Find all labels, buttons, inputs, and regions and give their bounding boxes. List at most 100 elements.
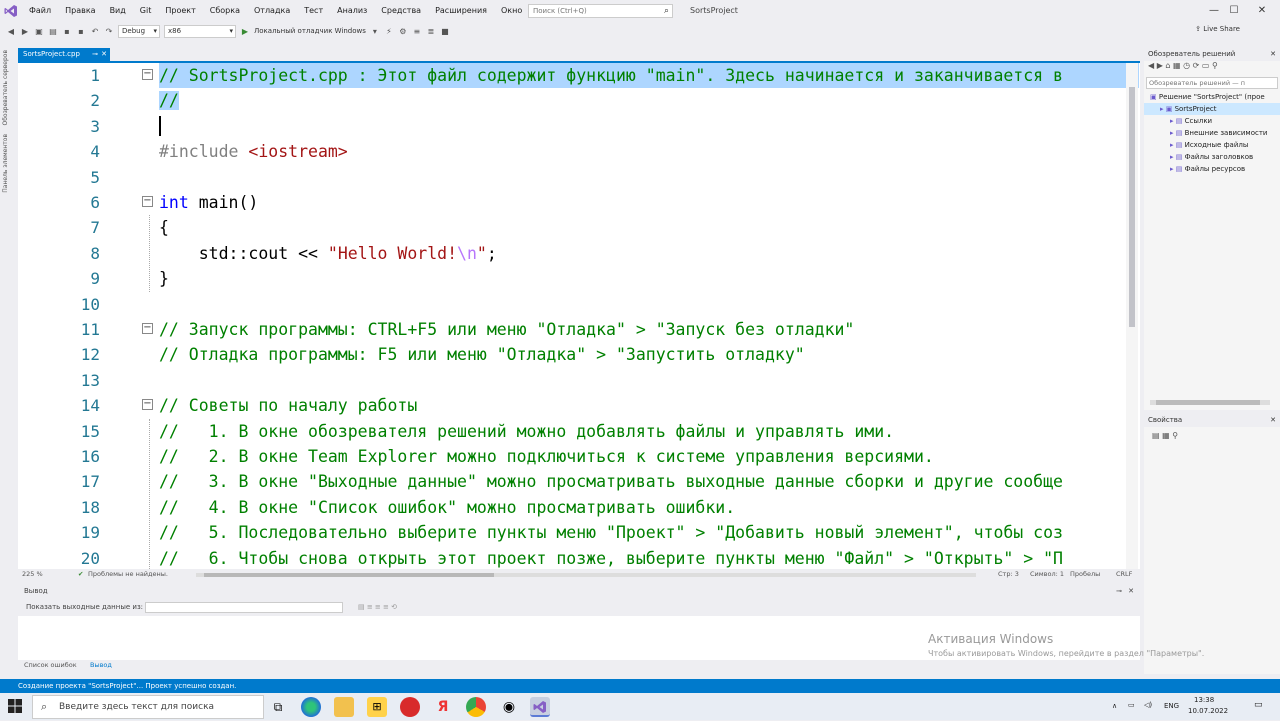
clock-time[interactable]: 13:38 [1194, 696, 1214, 704]
document-tab[interactable]: SortsProject.cpp ⊸ ✕ [18, 48, 110, 61]
menu-item[interactable]: Правка [58, 0, 102, 22]
menu-item[interactable]: Файл [22, 0, 58, 22]
undo-icon[interactable]: ↶ [90, 26, 100, 36]
tools-icon[interactable]: ⚙ [398, 26, 408, 36]
solution-search-input[interactable]: Обозреватель решений — п [1146, 77, 1278, 89]
output-tab[interactable]: Вывод [90, 661, 112, 669]
server-explorer-tab[interactable]: Обозреватель серверов [0, 46, 11, 130]
save-icon[interactable]: ▪ [62, 26, 72, 36]
visual-studio-taskbar-icon[interactable] [530, 697, 550, 717]
code-line[interactable]: 13 [18, 368, 1126, 393]
clock-date[interactable]: 10.07.2022 [1188, 707, 1228, 715]
file-explorer-icon[interactable] [334, 697, 354, 717]
fold-toggle-icon[interactable]: − [142, 196, 153, 207]
forward-icon[interactable]: ▶ [20, 26, 30, 36]
fold-toggle-icon[interactable]: − [142, 323, 153, 334]
notifications-icon[interactable]: ▭ [1254, 700, 1263, 710]
code-editor[interactable]: 1−// SortsProject.cpp : Этот файл содерж… [18, 63, 1140, 569]
tree-item[interactable]: ▸ ▣ SortsProject [1144, 103, 1280, 115]
error-list-tab[interactable]: Список ошибок [24, 661, 77, 669]
task-view-icon[interactable]: ⧉ [268, 697, 288, 717]
code-line[interactable]: 2 // [18, 88, 1126, 113]
bookmark-icon[interactable]: ■ [440, 26, 450, 36]
menu-item[interactable]: Тест [297, 0, 330, 22]
menu-item[interactable]: Расширения [428, 0, 494, 22]
dropdown-icon[interactable]: ▾ [370, 26, 380, 36]
hscroll-thumb[interactable] [1156, 400, 1260, 405]
eol-indicator[interactable]: CRLF [1116, 570, 1132, 578]
whitespace-indicator[interactable]: Пробелы [1070, 570, 1100, 578]
code-line[interactable]: 3 [18, 114, 1126, 139]
menu-item[interactable]: Средства [374, 0, 428, 22]
editor-horizontal-scrollbar[interactable] [196, 573, 976, 577]
chrome-icon[interactable] [466, 697, 486, 717]
language-indicator[interactable]: ENG [1164, 702, 1179, 710]
close-panel-icon[interactable]: ✕ [1270, 48, 1276, 61]
problems-status[interactable]: Проблемы не найдены. [88, 570, 168, 578]
tree-item[interactable]: ▣ Решение "SortsProject" (прое [1144, 91, 1280, 103]
code-line[interactable]: 20 // 6. Чтобы снова открыть этот проект … [18, 546, 1126, 569]
output-tools-icons[interactable]: ▤ ≡ ≡ ≡ ⟲ [358, 600, 397, 614]
code-line[interactable]: 11 −// Запуск программы: CTRL+F5 или меню… [18, 317, 1126, 342]
platform-select[interactable]: x86 [164, 24, 236, 38]
close-tab-icon[interactable]: ✕ [101, 48, 107, 61]
solution-hscroll[interactable] [1150, 400, 1270, 405]
configuration-select[interactable]: Debug [118, 24, 160, 38]
store-icon[interactable]: ⊞ [367, 697, 387, 717]
live-share-button[interactable]: ⇪ Live Share [1195, 25, 1240, 33]
open-icon[interactable]: ▤ [48, 26, 58, 36]
windows-start-icon[interactable] [8, 699, 22, 713]
pin-panel-icon[interactable]: ⊸ [1116, 585, 1122, 598]
code-line[interactable]: 7{ [18, 215, 1126, 240]
code-line[interactable]: 8 std::cout << "Hello World!\n"; [18, 241, 1126, 266]
close-panel-icon[interactable]: ✕ [1128, 585, 1134, 598]
network-icon[interactable]: ▭ [1128, 701, 1135, 709]
tree-item[interactable]: ▸ ▤ Исходные файлы [1144, 139, 1280, 151]
pin-icon[interactable]: ⊸ [92, 48, 98, 61]
tree-item[interactable]: ▸ ▤ Внешние зависимости [1144, 127, 1280, 139]
comment-icon[interactable]: ≣ [426, 26, 436, 36]
menu-item[interactable]: Вид [103, 0, 133, 22]
menu-item[interactable]: Сборка [203, 0, 247, 22]
output-source-select[interactable] [145, 602, 343, 613]
editor-vertical-scrollbar[interactable] [1126, 63, 1138, 569]
redo-icon[interactable]: ↷ [104, 26, 114, 36]
search-input[interactable]: Поиск (Ctrl+Q) ⌕ [528, 4, 673, 18]
code-line[interactable]: 19 // 5. Последовательно выберите пункты … [18, 520, 1126, 545]
back-icon[interactable]: ◀ [6, 26, 16, 36]
menu-item[interactable]: Анализ [330, 0, 374, 22]
edge-icon[interactable] [301, 697, 321, 717]
github-icon[interactable]: ◉ [499, 697, 519, 717]
volume-icon[interactable]: ◁) [1144, 701, 1152, 709]
yandex-icon[interactable]: Я [433, 697, 453, 717]
fold-toggle-icon[interactable]: − [142, 399, 153, 411]
new-project-icon[interactable]: ▣ [34, 26, 44, 36]
properties-toolbar[interactable]: ▤ ▦ ⚲ [1144, 427, 1280, 444]
code-line[interactable]: 12 // Отладка программы: F5 или меню "Отл… [18, 342, 1126, 367]
save-all-icon[interactable]: ▪ [76, 26, 86, 36]
fold-toggle-icon[interactable]: − [142, 69, 153, 80]
menu-item[interactable]: Git [133, 0, 159, 22]
code-line[interactable]: 9} [18, 266, 1126, 291]
code-line[interactable]: 16 // 2. В окне Team Explorer можно подкл… [18, 444, 1126, 469]
zoom-level[interactable]: 225 % [22, 570, 43, 578]
code-line[interactable]: 17 // 3. В окне "Выходные данные" можно п… [18, 469, 1126, 494]
close-button[interactable]: ✕ [1244, 0, 1280, 22]
close-panel-icon[interactable]: ✕ [1270, 414, 1276, 427]
run-icon[interactable]: ▶ [240, 26, 250, 36]
menu-item[interactable]: Окно [494, 0, 529, 22]
format-icon[interactable]: ≡ [412, 26, 422, 36]
code-line[interactable]: 10 [18, 292, 1126, 317]
hscroll-thumb[interactable] [204, 573, 494, 577]
code-line[interactable]: 5 [18, 165, 1126, 190]
code-line[interactable]: 15 // 1. В окне обозревателя решений можн… [18, 419, 1126, 444]
scroll-thumb[interactable] [1129, 87, 1135, 327]
opera-icon[interactable] [400, 697, 420, 717]
tree-item[interactable]: ▸ ▤ Файлы заголовков [1144, 151, 1280, 163]
code-line[interactable]: 6 − int main() [18, 190, 1126, 215]
solution-explorer-toolbar[interactable]: ◀ ▶ ⌂ ▦ ◷ ⟳ ▭ ⚲ [1144, 61, 1280, 75]
menu-item[interactable]: Отладка [247, 0, 297, 22]
hot-reload-icon[interactable]: ⚡ [384, 26, 394, 36]
code-line[interactable]: 4 #include <iostream> [18, 139, 1126, 164]
run-debugger-button[interactable]: Локальный отладчик Windows [254, 27, 366, 35]
